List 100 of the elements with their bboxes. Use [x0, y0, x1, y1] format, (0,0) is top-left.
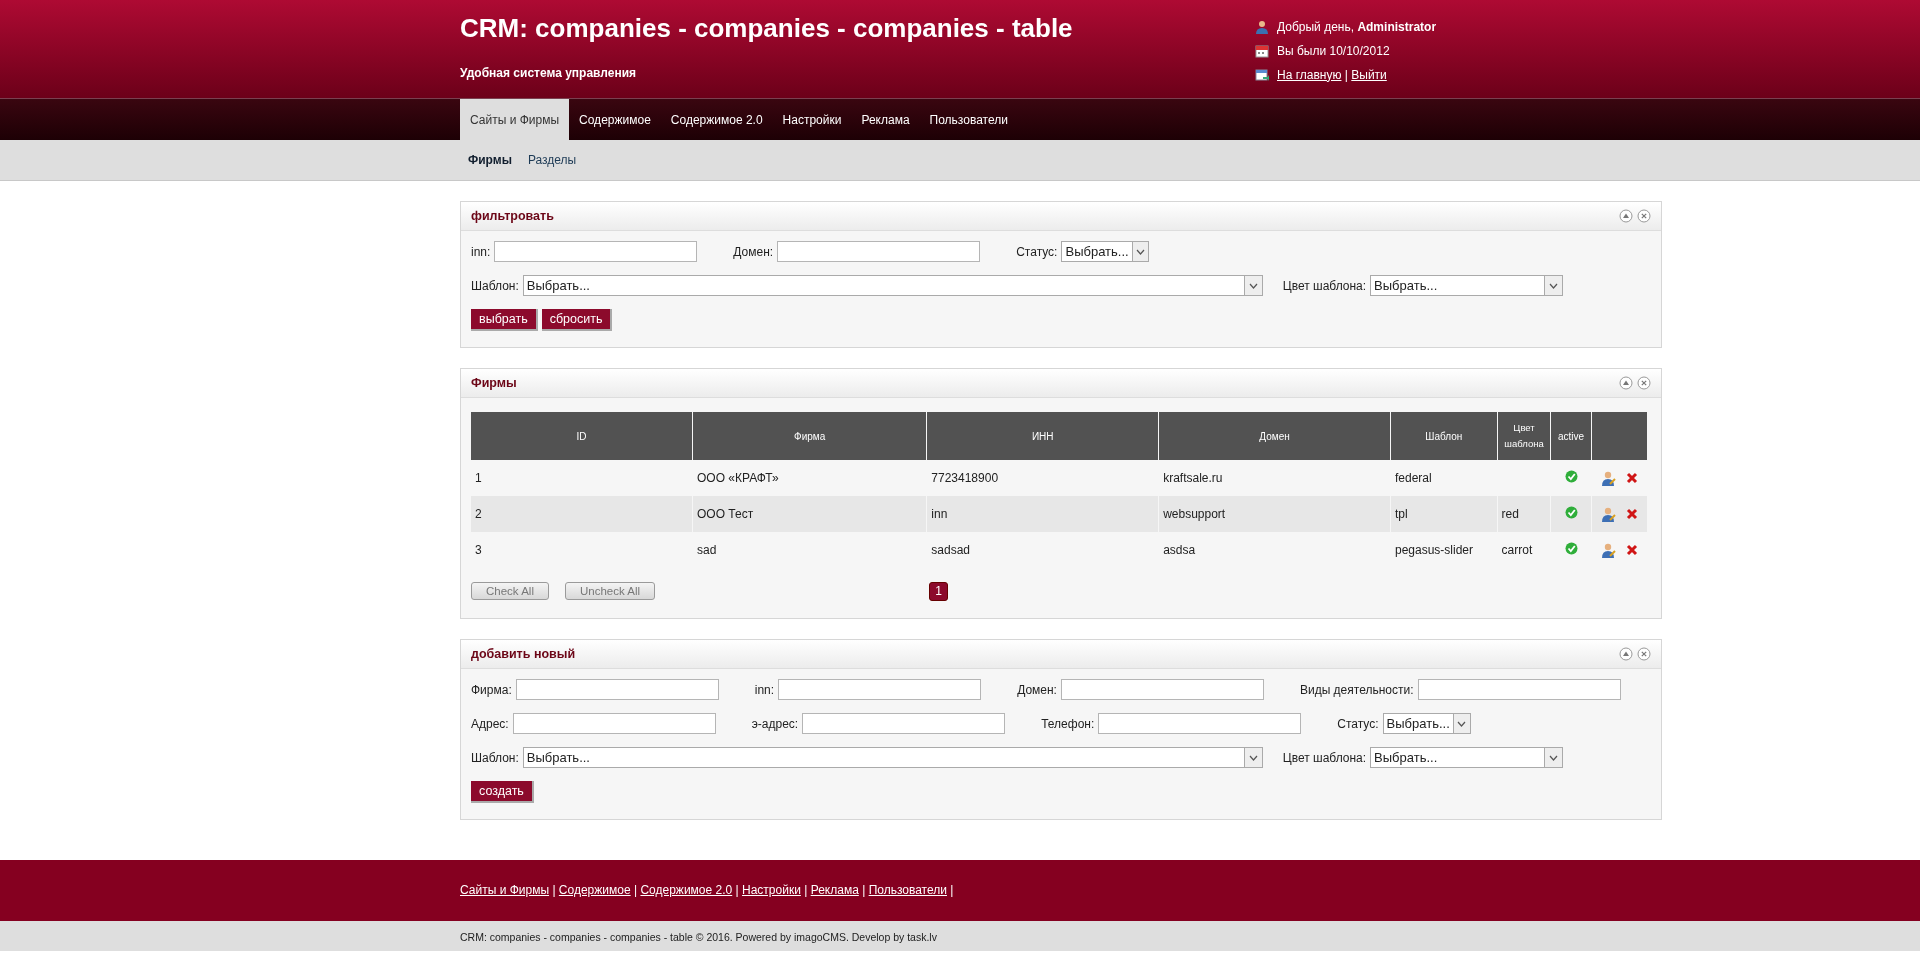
- footer-link[interactable]: Настройки: [742, 883, 801, 897]
- input-field[interactable]: [512, 713, 716, 734]
- field-label: Шаблон:: [471, 750, 519, 765]
- table-cell: kraftsale.ru: [1163, 471, 1223, 485]
- table-cell: tpl: [1394, 507, 1408, 521]
- action-button[interactable]: выбрать: [471, 309, 538, 331]
- caret-icon: [1248, 754, 1258, 761]
- separator-text: |: [804, 883, 808, 897]
- site-subtitle: Удобная система управления: [460, 66, 638, 80]
- action-button[interactable]: создать: [471, 781, 534, 803]
- input-field[interactable]: [802, 713, 1006, 734]
- input-field[interactable]: [778, 679, 982, 700]
- collapse-icon[interactable]: [1619, 376, 1633, 390]
- caret-icon: [1457, 720, 1467, 727]
- field-label: Домен:: [1017, 682, 1057, 697]
- table-cell: pegasus-slider: [1394, 543, 1473, 557]
- edit-user-icon[interactable]: [1600, 506, 1616, 522]
- footer-link[interactable]: Содержимое 2.0: [640, 883, 733, 897]
- footer-link[interactable]: Реклама: [810, 883, 859, 897]
- footer-link[interactable]: Сайты и Фирмы: [460, 883, 550, 897]
- column-header: ИНН: [927, 412, 1159, 460]
- nav-tab[interactable]: Настройки: [772, 99, 852, 140]
- collapse-icon[interactable]: [1619, 647, 1633, 661]
- select-field[interactable]: Выбрать...: [522, 275, 1263, 296]
- field-label: inn:: [471, 244, 491, 259]
- input-field[interactable]: [1060, 679, 1264, 700]
- table-cell: 2: [475, 507, 482, 521]
- caret-icon: [1549, 754, 1559, 761]
- close-icon[interactable]: [1637, 209, 1651, 223]
- panel-title: добавить новый: [471, 647, 577, 661]
- table-cell: 7723418900: [931, 471, 999, 485]
- separator-text: |: [950, 883, 954, 897]
- field-label: Адрес:: [471, 716, 509, 731]
- footer-link[interactable]: Содержимое: [558, 883, 631, 897]
- caret-icon: [1549, 282, 1559, 289]
- copyright-text: CRM: companies - companies - companies - table © 2016. Powered by imagoCMS. Develop by task.lv: [460, 931, 937, 943]
- table-cell: ООО «КРАФТ»: [697, 471, 779, 485]
- input-field[interactable]: [494, 241, 698, 262]
- column-header: Цвет шаблона: [1497, 412, 1551, 460]
- edit-user-icon[interactable]: [1600, 542, 1616, 558]
- separator-text: |: [552, 883, 556, 897]
- input-field[interactable]: [1417, 679, 1621, 700]
- field-label: Цвет шаблона:: [1282, 750, 1367, 765]
- select-field[interactable]: Выбрать...: [1370, 747, 1564, 768]
- table-cell: asdsa: [1163, 543, 1196, 557]
- action-button[interactable]: сбросить: [541, 309, 613, 331]
- collapse-icon[interactable]: [1619, 209, 1633, 223]
- select-field[interactable]: Выбрать...: [522, 747, 1263, 768]
- user-icon: [1255, 19, 1269, 34]
- page-button[interactable]: 1: [929, 581, 949, 601]
- select-field[interactable]: Выбрать...: [1061, 241, 1150, 262]
- nav-tab[interactable]: Реклама: [851, 99, 920, 140]
- last-visit-text: Вы были 10/10/2012: [1277, 43, 1390, 58]
- greeting-text: Добрый день, Administrator: [1277, 19, 1437, 34]
- header-link[interactable]: Выйти: [1351, 67, 1387, 82]
- column-header: Фирма: [693, 412, 927, 460]
- caret-icon: [1248, 282, 1258, 289]
- panel-title: фильтровать: [471, 209, 555, 223]
- separator-text: |: [633, 883, 638, 897]
- input-field[interactable]: [1098, 713, 1302, 734]
- select-field[interactable]: Выбрать...: [1382, 713, 1471, 734]
- input-field[interactable]: [777, 241, 981, 262]
- select-field[interactable]: Выбрать...: [1370, 275, 1564, 296]
- nav-tab[interactable]: Содержимое 2.0: [660, 99, 773, 140]
- subnav-tab[interactable]: Фирмы: [460, 140, 520, 180]
- edit-user-icon[interactable]: [1600, 470, 1616, 486]
- nav-tab[interactable]: Сайты и Фирмы: [460, 99, 570, 140]
- nav-tab[interactable]: Пользователи: [919, 99, 1018, 140]
- panel-title: Фирмы: [471, 376, 518, 390]
- delete-icon[interactable]: [1625, 544, 1638, 556]
- field-label: Статус:: [1016, 244, 1058, 259]
- table-cell: 3: [475, 543, 482, 557]
- table-cell: red: [1501, 507, 1519, 521]
- field-label: Статус:: [1337, 716, 1379, 731]
- subnav-tab[interactable]: Разделы: [519, 140, 585, 180]
- table-cell: sad: [697, 543, 717, 557]
- input-field[interactable]: [515, 679, 719, 700]
- column-header: active: [1551, 412, 1591, 460]
- field-label: Домен:: [733, 244, 774, 259]
- delete-icon[interactable]: [1625, 508, 1638, 520]
- field-label: э-адрес:: [751, 716, 799, 731]
- close-icon[interactable]: [1637, 647, 1651, 661]
- field-label: Телефон:: [1041, 716, 1095, 731]
- field-label: Цвет шаблона:: [1282, 278, 1367, 293]
- table-cell: carrot: [1501, 543, 1533, 557]
- action-button[interactable]: Check All: [471, 582, 549, 600]
- field-label: Фирма:: [471, 682, 512, 697]
- separator-text: |: [862, 883, 866, 897]
- footer-link[interactable]: Пользователи: [868, 883, 947, 897]
- header-link[interactable]: На главную: [1277, 67, 1342, 82]
- table-cell: 1: [475, 471, 482, 485]
- separator-text: |: [1344, 67, 1348, 82]
- delete-icon[interactable]: [1625, 472, 1638, 484]
- nav-tab[interactable]: Содержимое: [569, 99, 661, 140]
- close-icon[interactable]: [1637, 376, 1651, 390]
- field-label: inn:: [754, 682, 775, 697]
- column-header: Шаблон: [1390, 412, 1497, 460]
- action-button[interactable]: Uncheck All: [564, 582, 656, 600]
- column-header: [1591, 412, 1647, 460]
- page-icon: [1255, 67, 1269, 82]
